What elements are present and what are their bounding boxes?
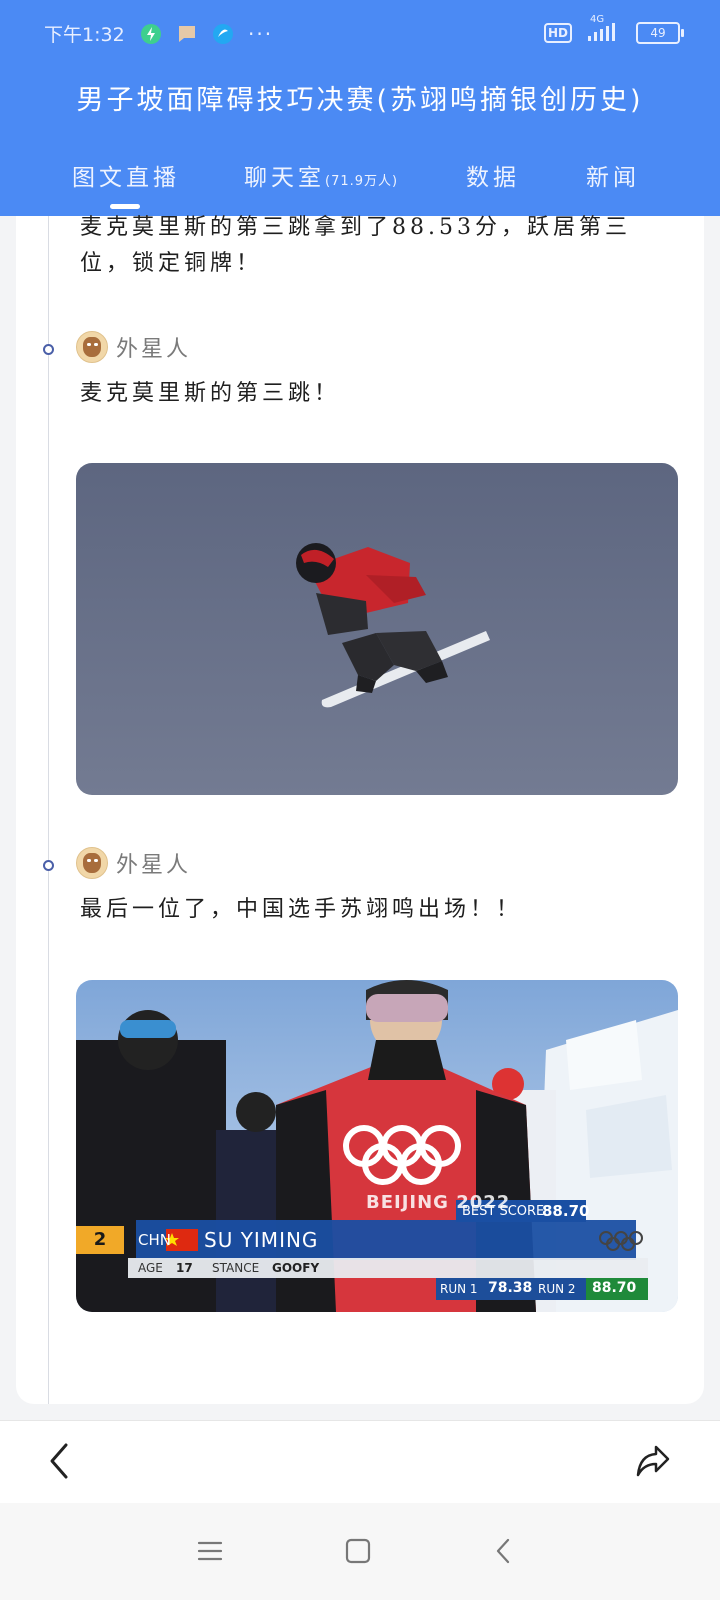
post-author[interactable]: 外星人 <box>76 331 191 363</box>
post-author[interactable]: 外星人 <box>76 847 191 879</box>
app-notification-icon <box>213 24 233 44</box>
chevron-left-icon[interactable] <box>40 1439 80 1483</box>
author-name: 外星人 <box>116 853 192 878</box>
post-text-previous: 麦克莫里斯的第三跳拿到了88.53分，跃居第三位，锁定铜牌！ <box>80 215 631 276</box>
menu-icon[interactable] <box>192 1533 228 1569</box>
tab-chat-room[interactable]: 聊天室(71.9万人) <box>244 158 398 192</box>
timeline-dot <box>43 344 54 355</box>
stance-value: GOOFY <box>272 1261 320 1275</box>
run1-label: RUN 1 <box>440 1282 478 1296</box>
run2-label: RUN 2 <box>538 1282 576 1296</box>
nav-back-icon[interactable] <box>486 1533 522 1569</box>
avatar[interactable] <box>76 331 108 363</box>
active-tab-indicator <box>110 204 140 209</box>
timeline-line <box>48 216 49 1404</box>
message-icon <box>179 26 195 42</box>
avatar[interactable] <box>76 847 108 879</box>
share-icon[interactable] <box>632 1439 672 1483</box>
tab-news[interactable]: 新闻 <box>586 158 640 192</box>
bottom-action-bar <box>0 1420 720 1503</box>
run2-value: 88.70 <box>592 1280 637 1296</box>
age-value: 17 <box>176 1261 193 1275</box>
stance-label: STANCE <box>212 1261 260 1275</box>
notification-icons: ··· <box>140 22 273 46</box>
country-code: CHN <box>138 1231 171 1249</box>
status-bar: 下午1:32 ··· HD 4G 49 <box>0 0 720 66</box>
best-score-value: 88.70 <box>542 1202 590 1220</box>
tab-bar: 图文直播 聊天室(71.9万人) 数据 新闻 <box>0 158 720 208</box>
athlete-name: SU YIMING <box>204 1228 319 1252</box>
rank-badge: 2 <box>93 1229 107 1250</box>
age-label: AGE <box>138 1261 163 1275</box>
more-notifications-icon: ··· <box>248 22 274 46</box>
best-score-label: BEST SCORE <box>462 1204 545 1219</box>
run1-value: 78.38 <box>488 1280 533 1296</box>
tab-data[interactable]: 数据 <box>466 158 520 192</box>
post-image-su-yiming[interactable]: BEIJING 2022 2 CHN SU YIMING BEST SCORE … <box>76 980 678 1312</box>
post-image-snowboard-jump[interactable] <box>76 463 678 795</box>
tab-live-text[interactable]: 图文直播 <box>72 158 180 192</box>
timeline-dot <box>43 860 54 871</box>
post-text: 最后一位了，中国选手苏翊鸣出场！！ <box>80 897 523 922</box>
author-name: 外星人 <box>116 337 192 362</box>
square-home-icon[interactable] <box>340 1533 376 1569</box>
header: 下午1:32 ··· HD 4G 49 男子坡面障碍技巧决赛(苏翊鸣摘银创历史)… <box>0 0 720 216</box>
status-time: 下午1:32 <box>44 24 125 46</box>
network-label: 4G <box>586 14 622 46</box>
chat-room-count: (71.9万人) <box>325 174 399 189</box>
battery-level: 49 <box>650 26 666 40</box>
hd-icon: HD <box>543 23 572 43</box>
system-nav-bar <box>0 1503 720 1600</box>
battery-icon: 49 <box>636 22 684 44</box>
system-icons: HD 4G 49 <box>543 14 684 46</box>
post-text: 麦克莫里斯的第三跳！ <box>80 381 341 406</box>
charging-shield-icon <box>141 24 161 44</box>
page-title: 男子坡面障碍技巧决赛(苏翊鸣摘银创历史) <box>76 85 644 116</box>
